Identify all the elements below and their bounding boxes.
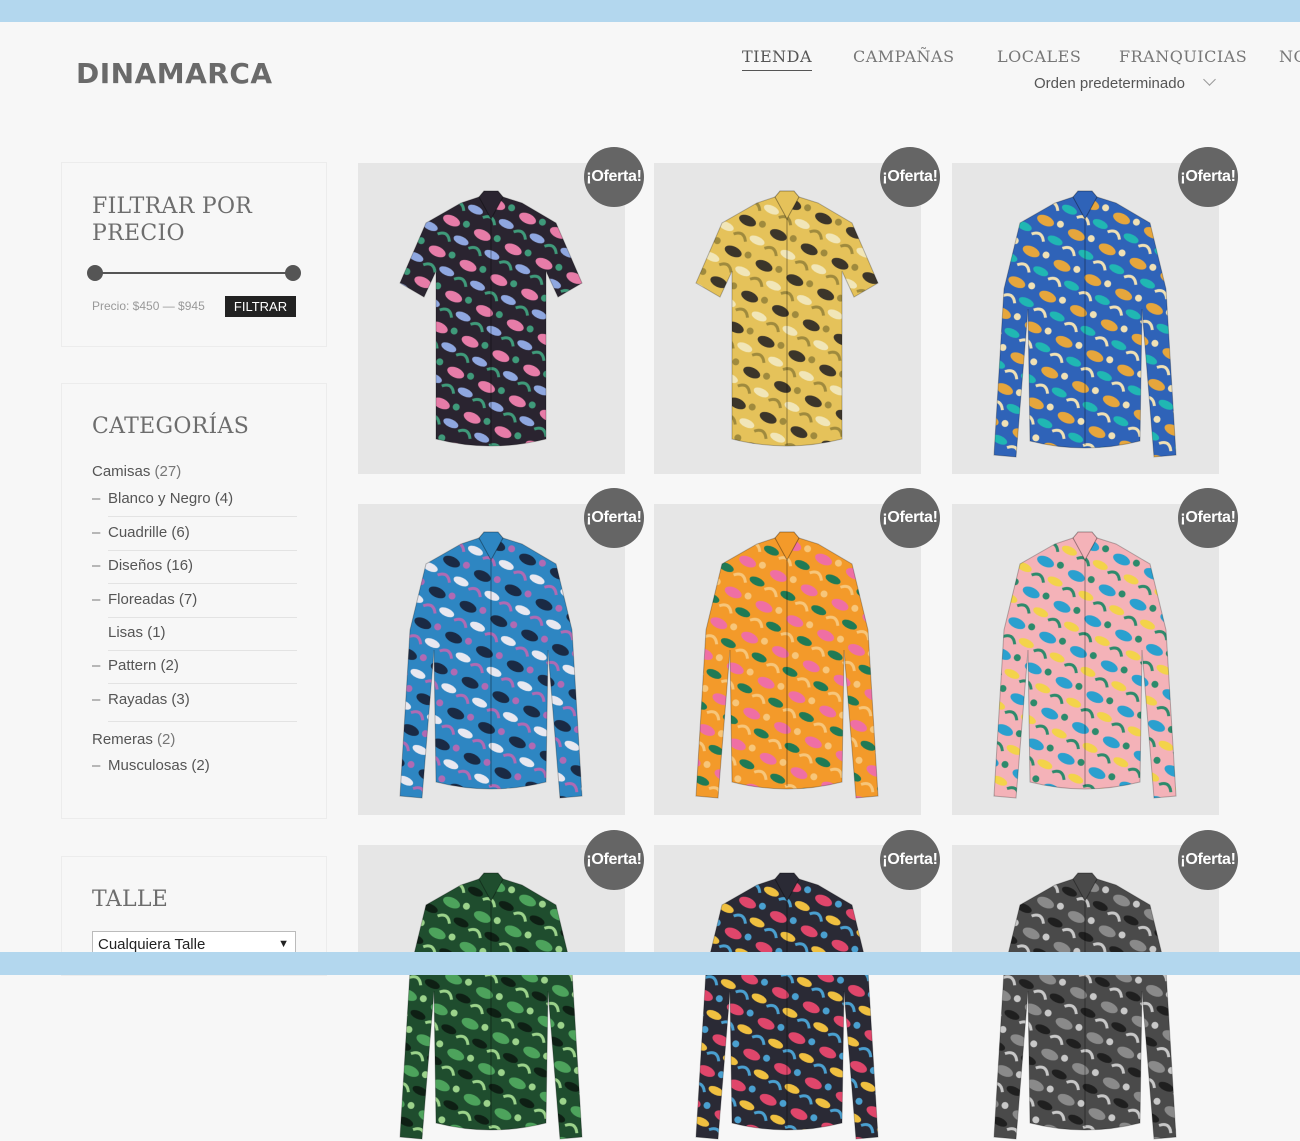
category-cuadrille[interactable]: – Cuadrille (6) [92,524,297,541]
sale-badge: ¡Oferta! [1178,830,1238,890]
category-remeras[interactable]: Remeras (2) [92,731,175,748]
price-slider-max-handle[interactable] [285,265,301,281]
category-blanco-y-negro[interactable]: – Blanco y Negro (4) [92,490,297,507]
sale-badge: ¡Oferta! [880,488,940,548]
shirt-image [399,872,583,1140]
price-filter-widget: FILTRAR POR PRECIO Precio: $450 — $945 FI… [61,162,327,347]
sale-badge: ¡Oferta! [1178,147,1238,207]
chevron-down-icon [1203,73,1216,86]
sale-badge: ¡Oferta! [880,147,940,207]
shirt-image [695,190,879,447]
nav-item-campanas[interactable]: CAMPAÑAS [853,47,955,70]
nav-item-no[interactable]: NO [1279,47,1300,70]
shirt-image [695,531,879,799]
ordering-select[interactable]: Orden predeterminado [1034,73,1216,92]
sale-badge: ¡Oferta! [1178,488,1238,548]
bottom-frame-bar [0,952,1300,975]
shirt-image [993,872,1177,1140]
product-card[interactable] [952,504,1219,815]
category-divider [108,617,297,618]
category-divider [108,516,297,517]
category-divider [108,683,297,684]
categories-title: CATEGORÍAS [92,414,250,439]
price-range-label: Precio: $450 — $945 [92,299,205,313]
category-divider [108,550,297,551]
shirt-image [399,190,583,447]
product-card[interactable] [358,163,625,474]
category-lisas[interactable]: Lisas (1) [92,624,297,641]
nav-item-locales[interactable]: LOCALES [997,47,1081,70]
product-card[interactable] [952,163,1219,474]
ordering-value: Orden predeterminado [1034,75,1185,92]
category-pattern[interactable]: – Pattern (2) [92,657,297,674]
price-filter-title: FILTRAR POR PRECIO [92,194,253,246]
filter-button[interactable]: FILTRAR [225,296,296,317]
price-slider-track[interactable] [95,272,293,274]
top-frame-bar [0,0,1300,22]
price-slider-min-handle[interactable] [87,265,103,281]
product-card[interactable] [654,163,921,474]
size-filter-title: TALLE [92,887,169,912]
dropdown-arrow-icon: ▼ [278,938,289,950]
nav-item-franquicias[interactable]: FRANQUICIAS [1119,47,1247,70]
shirt-image [993,531,1177,799]
category-disenos[interactable]: – Diseños (16) [92,557,297,574]
category-divider [108,721,297,722]
sale-badge: ¡Oferta! [584,830,644,890]
category-floreadas[interactable]: – Floreadas (7) [92,591,297,608]
shirt-image [695,872,879,1140]
shirt-image [399,531,583,799]
size-select-value: Cualquiera Talle [98,936,206,953]
sale-badge: ¡Oferta! [584,147,644,207]
shirt-image [993,190,1177,458]
main-nav: TIENDA CAMPAÑAS LOCALES FRANQUICIAS NO [0,47,1300,77]
categories-widget: CATEGORÍAS Camisas (27) – Blanco y Negro … [61,383,327,819]
sale-badge: ¡Oferta! [880,830,940,890]
product-card[interactable] [358,504,625,815]
category-rayadas[interactable]: – Rayadas (3) [92,691,297,708]
nav-item-tienda[interactable]: TIENDA [742,47,813,71]
category-musculosas[interactable]: – Musculosas (2) [92,757,297,774]
category-camisas[interactable]: Camisas (27) [92,463,181,480]
sale-badge: ¡Oferta! [584,488,644,548]
category-divider [108,583,297,584]
category-divider [108,650,297,651]
product-card[interactable] [654,504,921,815]
